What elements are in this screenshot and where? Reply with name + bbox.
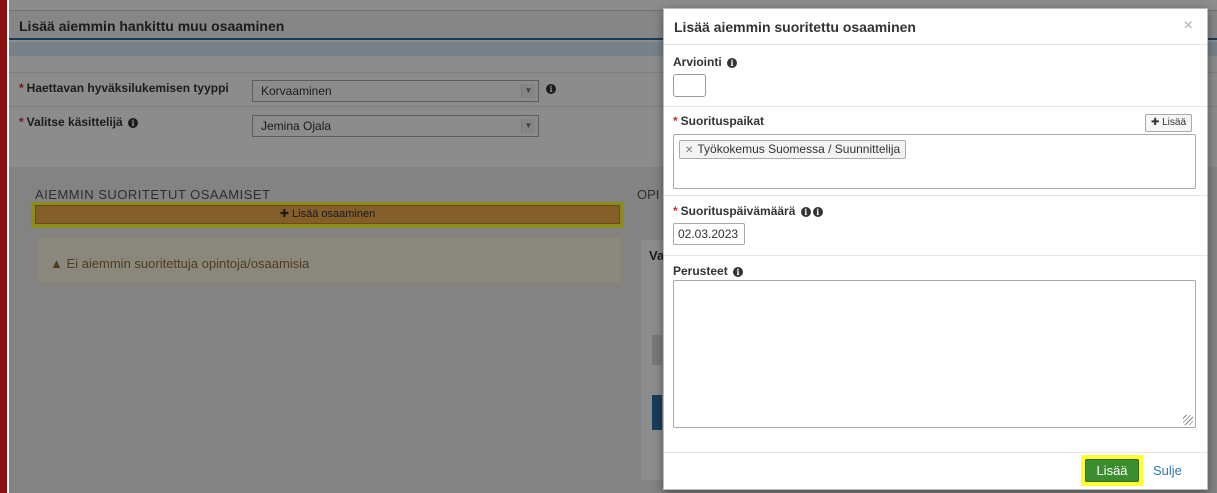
add-competence-modal: Lisää aiemmin suoritettu osaaminen × Arv… [663, 8, 1208, 490]
divider [664, 255, 1207, 256]
plus-icon: ✚ [1150, 117, 1160, 128]
modal-title: Lisää aiemmin suoritettu osaaminen [674, 19, 916, 35]
submit-button[interactable]: Lisää [1085, 459, 1139, 482]
add-place-button[interactable]: ✚ Lisää [1145, 114, 1192, 132]
info-icon[interactable]: i [733, 266, 744, 277]
date-input[interactable]: 02.03.2023 [673, 223, 745, 245]
info-icon[interactable]: i [800, 206, 811, 217]
assessment-field: Arviointi i [664, 53, 1207, 103]
submit-highlight: Lisää [1081, 455, 1143, 486]
info-icon[interactable]: i [727, 57, 738, 68]
date-label: * Suorituspäivämäärä ii [673, 204, 823, 218]
info-icon[interactable]: i [812, 206, 823, 217]
modal-header: Lisää aiemmin suoritettu osaaminen × [664, 9, 1207, 45]
grounds-textarea[interactable] [673, 280, 1196, 428]
modal-footer: Lisää Sulje [664, 452, 1207, 490]
date-field: * Suorituspäivämäärä ii 02.03.2023 [664, 202, 1207, 252]
close-button[interactable]: Sulje [1153, 463, 1182, 478]
grounds-field: Perusteet i [664, 262, 1207, 437]
assessment-input[interactable] [673, 74, 706, 97]
remove-tag-icon[interactable]: ✕ [685, 145, 693, 156]
divider [664, 195, 1207, 196]
places-multiselect[interactable]: ✕ Työkokemus Suomessa / Suunnittelija [673, 134, 1196, 189]
places-field: * Suorituspaikat ✚ Lisää ✕ Työkokemus Suom… [664, 112, 1207, 192]
assessment-label: Arviointi i [673, 55, 738, 69]
places-label: * Suorituspaikat [673, 114, 765, 128]
grounds-label: Perusteet i [673, 264, 744, 278]
place-tag[interactable]: ✕ Työkokemus Suomessa / Suunnittelija [679, 140, 907, 159]
close-icon[interactable]: × [1184, 17, 1193, 35]
resize-handle-icon[interactable] [1183, 415, 1193, 425]
divider [664, 106, 1207, 107]
